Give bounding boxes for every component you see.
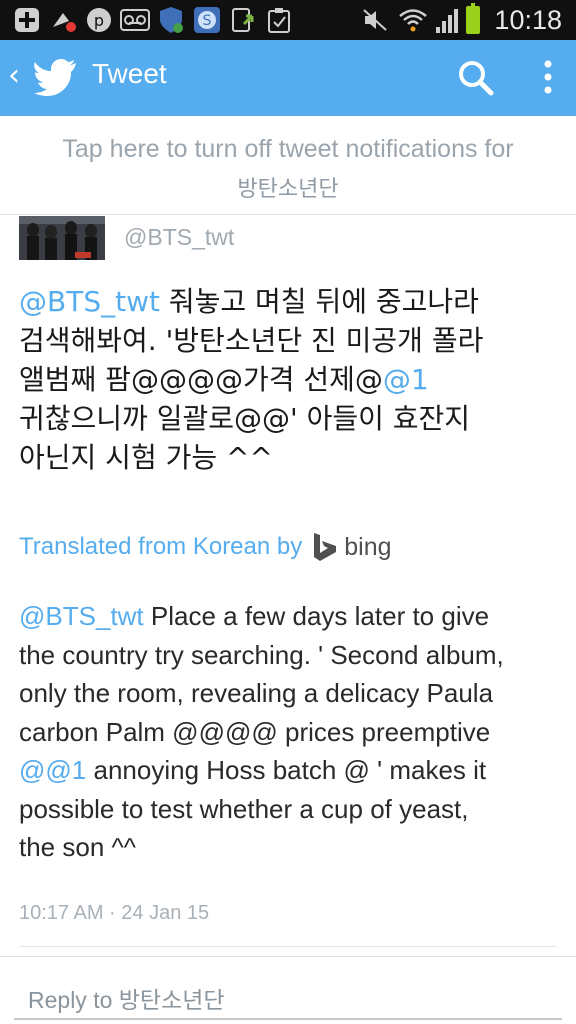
mention-link[interactable]: @BTS_twt	[19, 601, 144, 631]
svg-text:p: p	[94, 11, 104, 30]
weather-icon	[48, 6, 78, 34]
divider	[19, 946, 557, 947]
translation-line: the country try searching. ' Second albu…	[19, 639, 504, 670]
overflow-menu-icon[interactable]	[536, 58, 560, 98]
page-title: Tweet	[92, 58, 167, 89]
avatar[interactable]	[19, 216, 105, 260]
wifi-icon	[398, 6, 428, 34]
action-bar: ‹ Tweet	[0, 40, 576, 116]
tweet-line: 검색해봐여. '방탄소년단 진 미공개 폴라	[19, 324, 484, 357]
translation-line: the son ^^	[19, 832, 136, 862]
translation-text: @BTS_twt Place a few days later to give …	[19, 597, 564, 867]
upload-icon	[228, 6, 258, 34]
translation-attribution[interactable]: Translated from Korean by bing	[19, 530, 392, 564]
notification-account-name: 방탄소년단	[237, 176, 339, 201]
pinterest-icon: p	[84, 6, 114, 34]
translation-line: possible to test whether a cup of yeast,	[19, 793, 469, 824]
skype-icon: S	[192, 6, 222, 34]
status-bar: p S 10:18	[0, 0, 576, 40]
notification-toggle-banner[interactable]: Tap here to turn off tweet notifications…	[0, 116, 576, 215]
translation-line: only the room, revealing a delicacy Paul…	[19, 678, 494, 708]
twitter-bird-icon[interactable]	[34, 57, 78, 97]
battery-icon	[466, 3, 481, 34]
notification-icons: p S	[12, 4, 294, 36]
signal-icon	[436, 7, 459, 33]
translated-label: Translated from Korean by	[19, 533, 303, 560]
tweet-line: 앨범째 팜@@@@가격 선제@@1	[19, 363, 429, 396]
mention-link[interactable]: @BTS_twt	[19, 285, 160, 318]
mute-icon	[360, 6, 390, 34]
tweet-text: @BTS_twt 줘놓고 며칠 뒤에 중고나라 검색해봐여. '방탄소년단 진 …	[19, 282, 564, 477]
translation-line: @@1 annoying Hoss batch @ ' makes it	[19, 755, 487, 785]
divider	[0, 956, 576, 957]
shield-icon	[156, 6, 186, 34]
bing-icon	[314, 533, 337, 561]
translation-line: @BTS_twt Place a few days later to give	[19, 601, 490, 631]
add-icon	[12, 6, 42, 34]
notification-text: Tap here to turn off tweet notifications…	[62, 135, 514, 163]
clipboard-icon	[264, 6, 294, 34]
tweet-line: @BTS_twt 줘놓고 며칠 뒤에 중고나라	[19, 285, 479, 318]
voicemail-icon	[120, 6, 150, 34]
back-chevron-icon[interactable]: ‹	[8, 58, 20, 93]
search-icon[interactable]	[456, 58, 496, 98]
reply-input[interactable]: Reply to 방탄소년단	[14, 970, 562, 1020]
mention-link[interactable]: @1	[383, 363, 429, 396]
tweet-line: 아닌지 시험 가능 ^^	[19, 441, 273, 474]
mention-link[interactable]: @1	[45, 755, 86, 785]
clock: 10:18	[494, 4, 562, 35]
bing-logo: bing	[312, 532, 392, 562]
tweet-line: 귀찮으니까 일괄로@@' 아들이 효잔지	[19, 402, 471, 435]
translator-name: bing	[344, 532, 392, 561]
tweet-handle[interactable]: @BTS_twt	[124, 224, 234, 251]
translation-line: carbon Palm @@@@ prices preemptive	[19, 716, 491, 747]
svg-text:S: S	[203, 13, 212, 29]
tweet-timestamp: 10:17 AM · 24 Jan 15	[19, 902, 210, 924]
